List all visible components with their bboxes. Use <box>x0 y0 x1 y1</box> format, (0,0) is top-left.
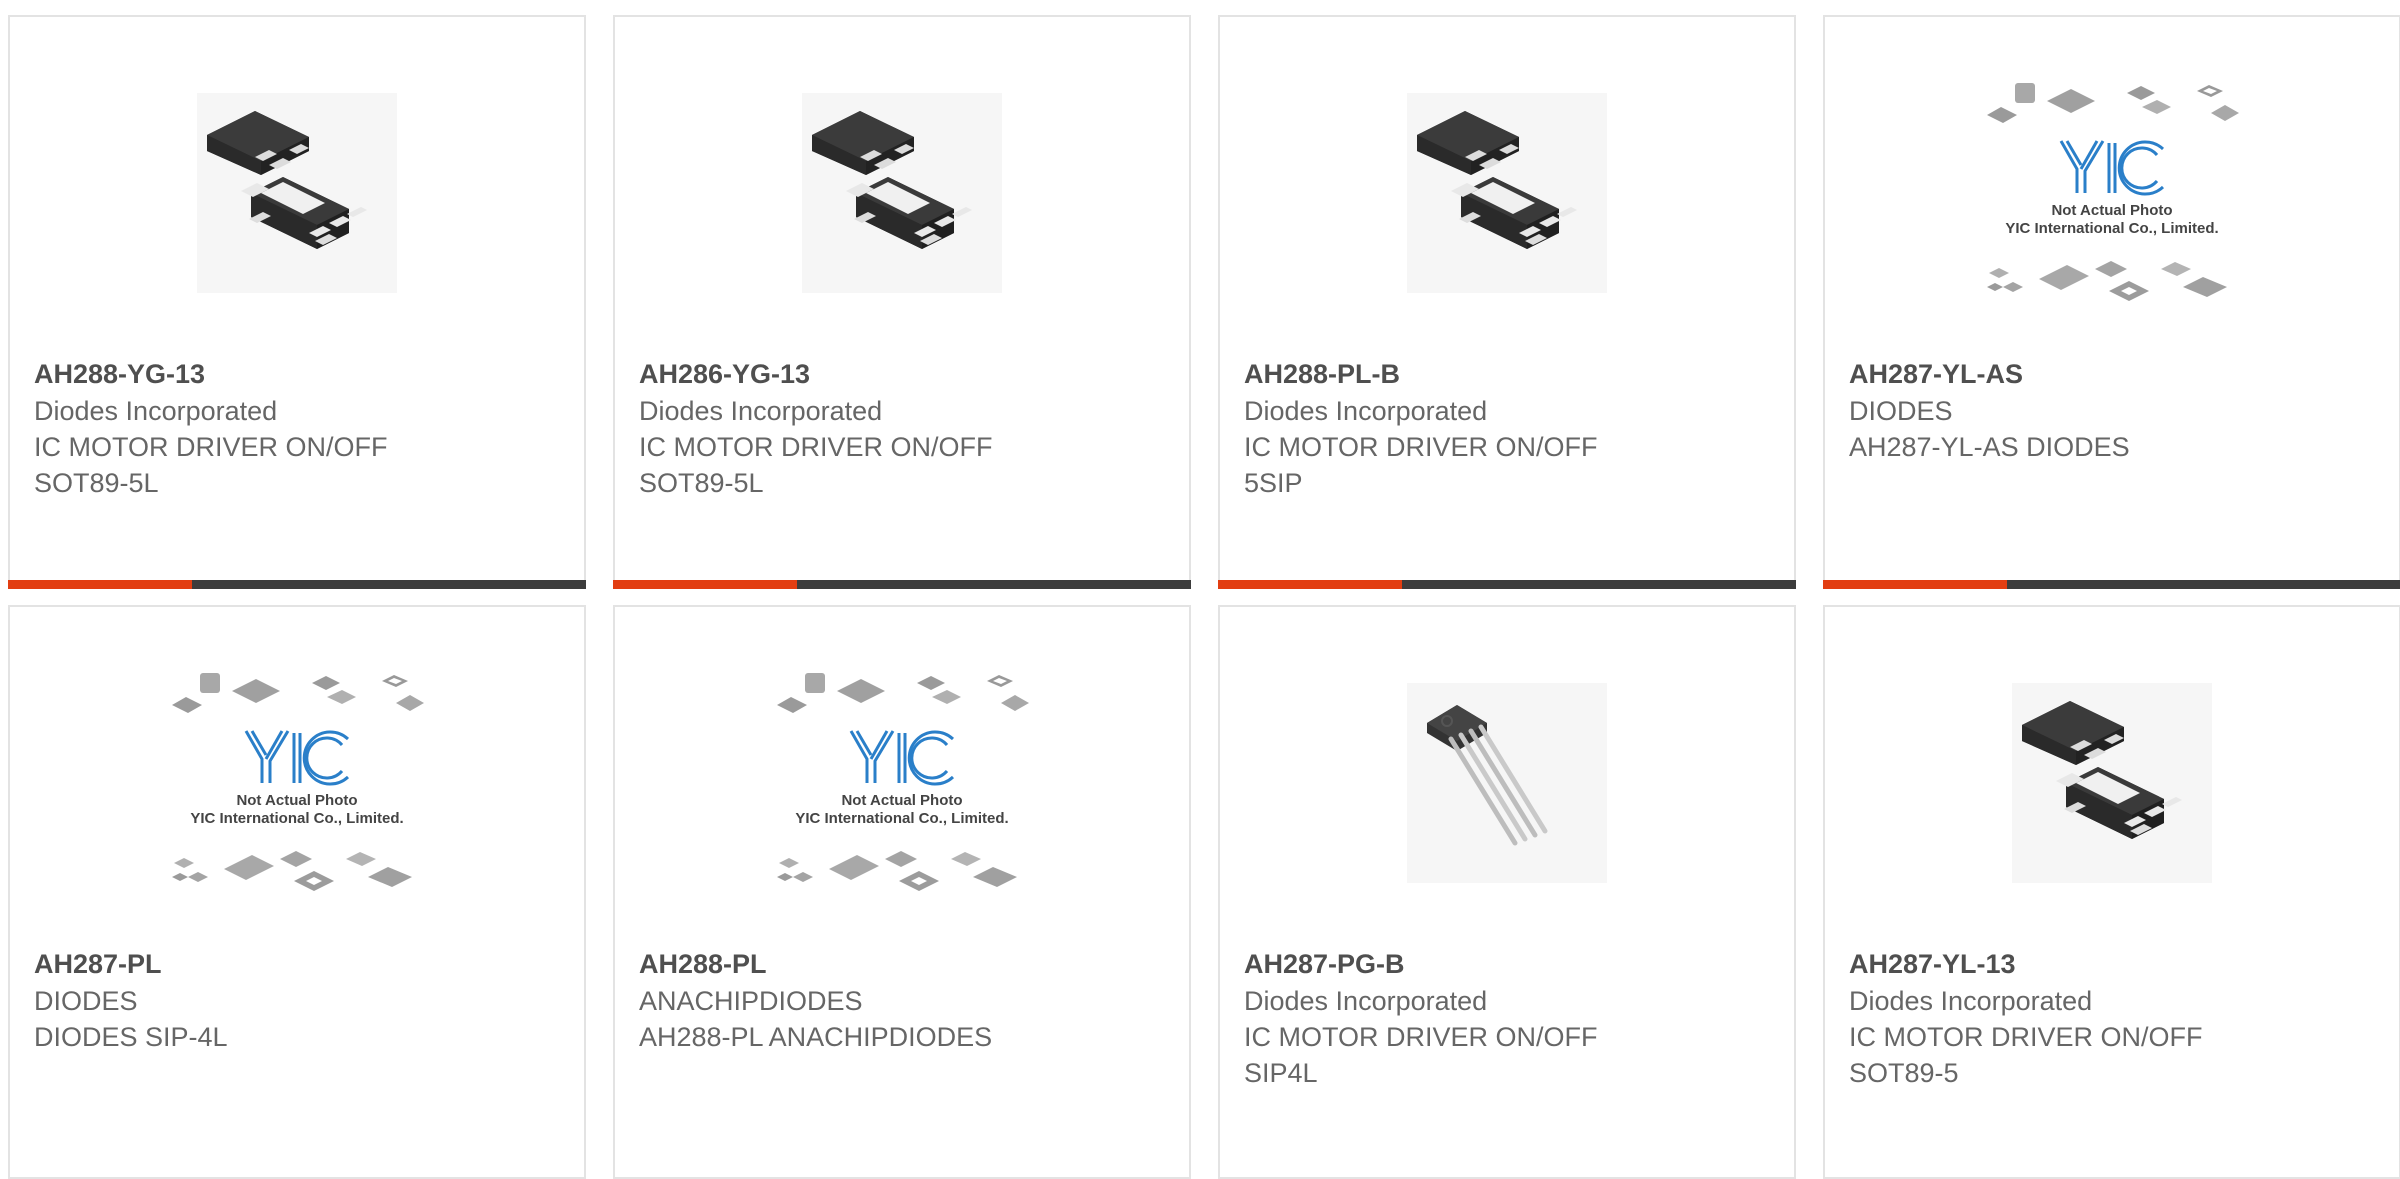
package-text: SOT89-5 <box>1849 1058 1959 1088</box>
package-text: SOT89-5L <box>639 468 764 498</box>
product-info: AH287-PL DIODES DIODES SIP-4L <box>34 945 564 1055</box>
product-card[interactable]: Not Actual Photo YIC International Co., … <box>613 605 1191 1179</box>
manufacturer-text: ANACHIPDIODES <box>639 986 863 1016</box>
part-number-link[interactable]: AH287-YL-AS <box>1849 355 2379 393</box>
placeholder-company: YIC International Co., Limited. <box>2005 220 2218 237</box>
product-card[interactable]: Not Actual Photo YIC International Co., … <box>1823 15 2400 589</box>
bar-segment <box>192 580 586 589</box>
description-text: IC MOTOR DRIVER ON/OFF <box>1244 432 1598 462</box>
sip4-package-image[interactable] <box>1220 663 1794 903</box>
product-info: AH288-PL-B Diodes Incorporated IC MOTOR DR… <box>1244 355 1774 501</box>
manufacturer-text: DIODES <box>34 986 138 1016</box>
part-number-link[interactable]: AH288-PL-B <box>1244 355 1774 393</box>
hover-accent-bar <box>1823 580 2400 589</box>
placeholder-note: Not Actual Photo <box>236 792 357 809</box>
manufacturer-text: Diodes Incorporated <box>1244 396 1488 426</box>
bar-segment <box>2007 580 2400 589</box>
accent-segment <box>1218 580 1402 589</box>
product-info: AH287-YL-13 Diodes Incorporated IC MOTOR D… <box>1849 945 2379 1091</box>
placeholder-note: Not Actual Photo <box>2051 202 2172 219</box>
part-number-link[interactable]: AH287-PL <box>34 945 564 983</box>
product-card[interactable]: AH288-YG-13 Diodes Incorporated IC MOTOR D… <box>8 15 586 589</box>
placeholder-company: YIC International Co., Limited. <box>190 810 403 827</box>
accent-segment <box>1823 580 2007 589</box>
description-text: IC MOTOR DRIVER ON/OFF <box>639 432 993 462</box>
manufacturer-text: DIODES <box>1849 396 1953 426</box>
sot89-package-image[interactable] <box>1220 73 1794 313</box>
manufacturer-text: Diodes Incorporated <box>1849 986 2093 1016</box>
description-text: IC MOTOR DRIVER ON/OFF <box>1244 1022 1598 1052</box>
product-card[interactable]: AH287-YL-13 Diodes Incorporated IC MOTOR D… <box>1823 605 2400 1179</box>
accent-segment <box>613 580 797 589</box>
product-info: AH287-YL-AS DIODES AH287-YL-AS DIODES <box>1849 355 2379 465</box>
product-card[interactable]: AH286-YG-13 Diodes Incorporated IC MOTOR D… <box>613 15 1191 589</box>
description-text: IC MOTOR DRIVER ON/OFF <box>34 432 388 462</box>
placeholder-image[interactable]: Not Actual Photo YIC International Co., … <box>615 663 1189 903</box>
placeholder-image[interactable]: Not Actual Photo YIC International Co., … <box>1825 73 2399 313</box>
part-number-link[interactable]: AH288-YG-13 <box>34 355 564 393</box>
package-text: SIP4L <box>1244 1058 1318 1088</box>
sot89-package-image[interactable] <box>615 73 1189 313</box>
part-number-link[interactable]: AH287-YL-13 <box>1849 945 2379 983</box>
part-number-link[interactable]: AH288-PL <box>639 945 1169 983</box>
package-text: SOT89-5L <box>34 468 159 498</box>
hover-accent-bar <box>613 580 1191 589</box>
product-grid: AH288-YG-13 Diodes Incorporated IC MOTOR D… <box>8 15 2400 1179</box>
part-number-link[interactable]: AH286-YG-13 <box>639 355 1169 393</box>
product-info: AH287-PG-B Diodes Incorporated IC MOTOR DR… <box>1244 945 1774 1091</box>
part-number-link[interactable]: AH287-PG-B <box>1244 945 1774 983</box>
product-card[interactable]: AH287-PG-B Diodes Incorporated IC MOTOR DR… <box>1218 605 1796 1179</box>
bar-segment <box>797 580 1191 589</box>
description-text: IC MOTOR DRIVER ON/OFF <box>1849 1022 2203 1052</box>
bar-segment <box>1402 580 1796 589</box>
description-text: DIODES SIP-4L <box>34 1022 228 1052</box>
sot89-package-image[interactable] <box>1825 663 2399 903</box>
sot89-package-image[interactable] <box>10 73 584 313</box>
manufacturer-text: Diodes Incorporated <box>34 396 278 426</box>
placeholder-image[interactable]: Not Actual Photo YIC International Co., … <box>10 663 584 903</box>
package-text: 5SIP <box>1244 468 1303 498</box>
hover-accent-bar <box>1218 580 1796 589</box>
product-info: AH288-YG-13 Diodes Incorporated IC MOTOR D… <box>34 355 564 501</box>
hover-accent-bar <box>8 580 586 589</box>
manufacturer-text: Diodes Incorporated <box>1244 986 1488 1016</box>
manufacturer-text: Diodes Incorporated <box>639 396 883 426</box>
accent-segment <box>8 580 192 589</box>
product-card[interactable]: AH288-PL-B Diodes Incorporated IC MOTOR DR… <box>1218 15 1796 589</box>
product-info: AH288-PL ANACHIPDIODES AH288-PL ANACHIPDIO… <box>639 945 1169 1055</box>
description-text: AH287-YL-AS DIODES <box>1849 432 2130 462</box>
product-info: AH286-YG-13 Diodes Incorporated IC MOTOR D… <box>639 355 1169 501</box>
placeholder-company: YIC International Co., Limited. <box>795 810 1008 827</box>
placeholder-note: Not Actual Photo <box>841 792 962 809</box>
description-text: AH288-PL ANACHIPDIODES <box>639 1022 993 1052</box>
product-card[interactable]: Not Actual Photo YIC International Co., … <box>8 605 586 1179</box>
